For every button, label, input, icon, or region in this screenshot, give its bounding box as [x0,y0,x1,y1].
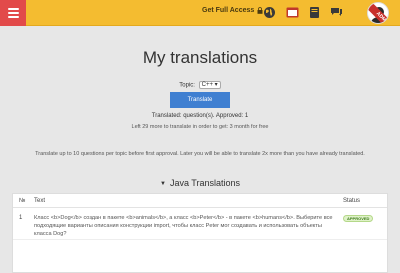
browser-icon[interactable] [286,6,299,19]
translate-button[interactable]: Translate [170,92,230,108]
translation-stats: Translated: question(s). Approved: 1 [151,113,249,119]
translation-note: Translate up to 10 questions per topic b… [35,151,365,157]
chevron-down-icon: ▾ [214,82,218,88]
page-title: My translations [142,48,258,67]
row-number: 1 [19,215,23,221]
book-icon[interactable] [308,6,321,19]
topic-select[interactable]: C++ ▾ [198,81,221,89]
topic-value: C++ [201,82,213,88]
collapse-triangle-icon: ▼ [160,180,166,187]
column-header-number: № [19,198,26,204]
avatar[interactable]: ADM [367,2,389,24]
menu-icon[interactable] [0,0,26,26]
table-row[interactable]: 1 Класс <b>Dog</b> создан в пакете <b>an… [13,208,387,240]
topic-row: Topic: C++ ▾ [0,81,400,89]
status-badge: APPROVED [343,215,374,222]
column-header-text: Text [34,198,46,204]
topic-label: Topic: [179,82,195,89]
column-header-status: Status [343,198,361,204]
globe-icon[interactable] [263,6,276,19]
chat-icon[interactable] [330,6,343,19]
table-header: № Text Status [13,194,387,208]
top-bar: Get Full Access ADM [0,0,400,26]
row-text: Класс <b>Dog</b> создан в пакете <b>anim… [34,215,333,237]
section-title: Java Translations [169,178,240,188]
section-header[interactable]: ▼ Java Translations [0,178,400,188]
get-full-access-link[interactable]: Get Full Access [202,7,263,14]
full-access-label: Get Full Access [202,7,255,14]
translations-table: № Text Status 1 Класс <b>Dog</b> создан … [12,193,388,273]
remaining-info: Left 29 more to translate in order to ge… [131,124,269,130]
